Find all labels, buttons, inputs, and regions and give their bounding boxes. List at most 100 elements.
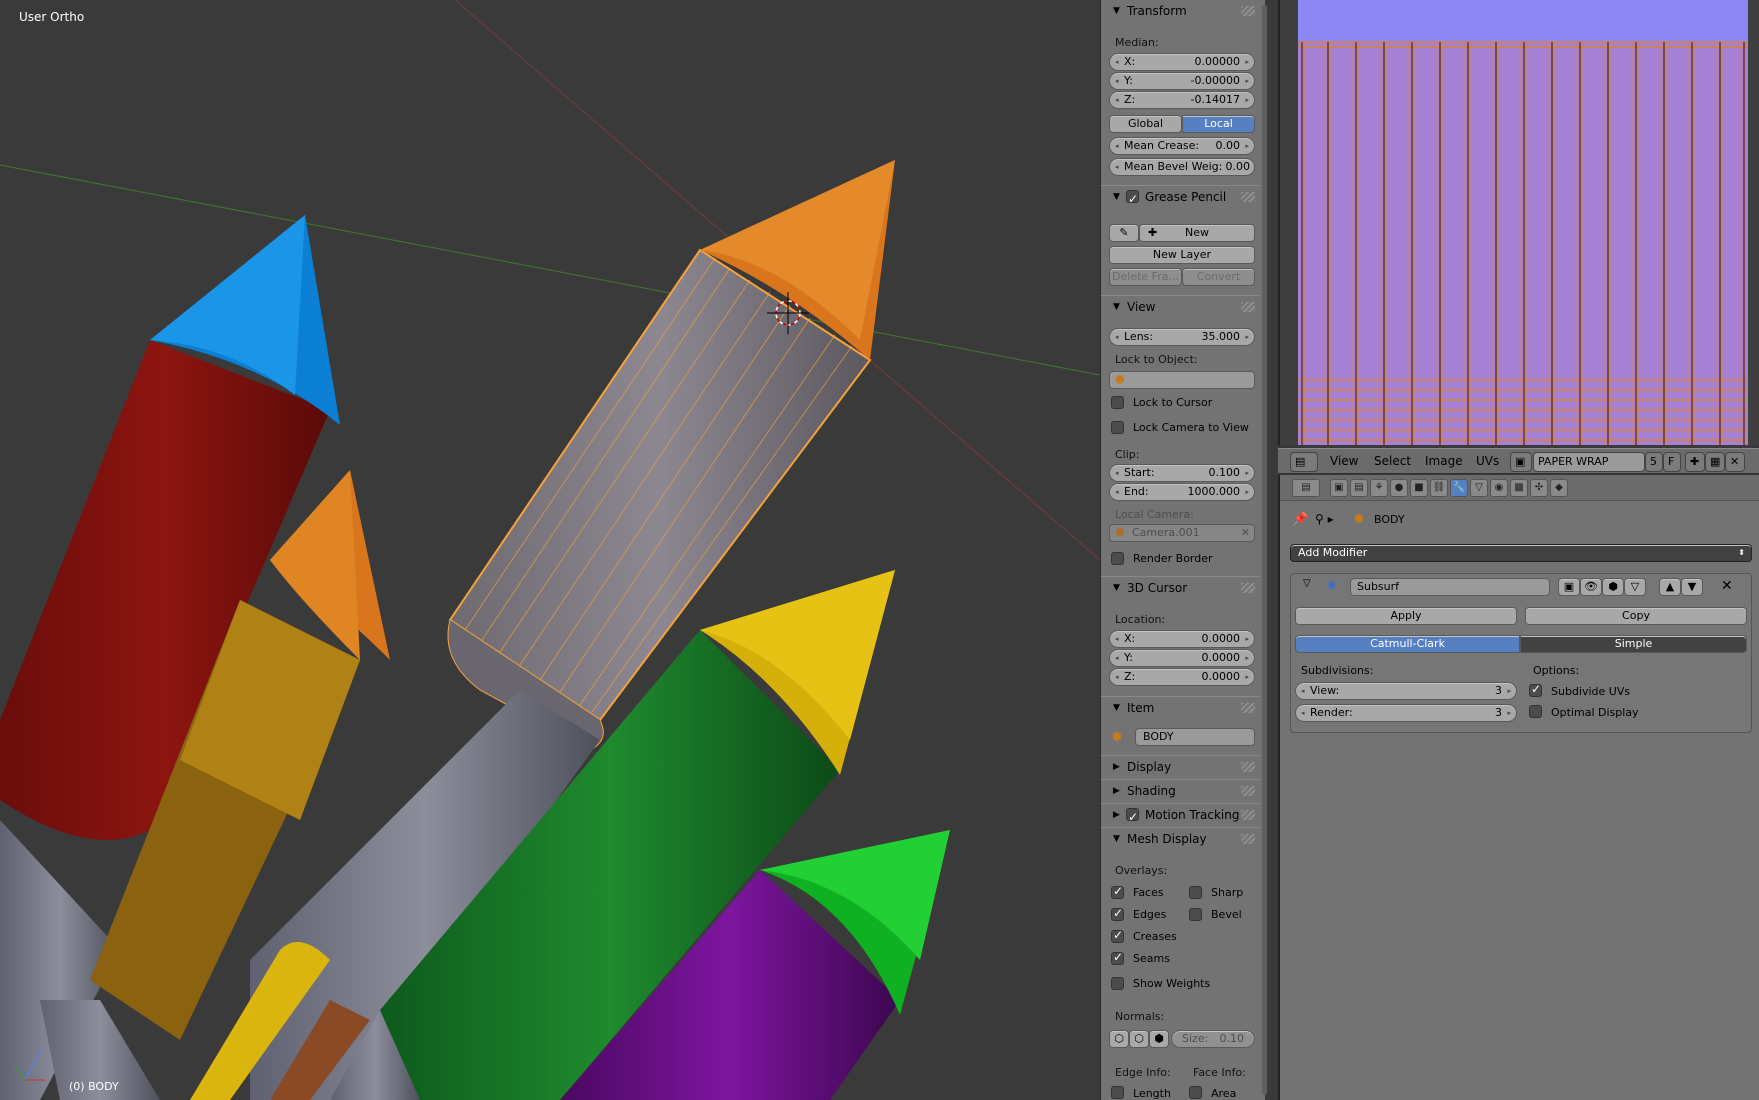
image-browse-icon[interactable]: ▣	[1510, 452, 1532, 472]
lock-camera-checkbox[interactable]	[1111, 421, 1124, 434]
mean-bevel-field[interactable]: ◂ Mean Bevel Weig: 0.00	[1109, 158, 1255, 176]
normals-size-field[interactable]: Size: 0.10	[1171, 1030, 1255, 1048]
cursor-z-field[interactable]: ◂ Z: 0.0000 ▸	[1109, 668, 1255, 686]
bevel-checkbox[interactable]	[1189, 908, 1202, 921]
render-toggle-icon[interactable]: ▣	[1558, 578, 1580, 596]
particles-tab-icon[interactable]: ✣	[1530, 479, 1548, 497]
local-button[interactable]: Local	[1182, 115, 1255, 133]
copy-button[interactable]: Copy	[1525, 607, 1747, 625]
vertex-normals-icon[interactable]: ⬡	[1109, 1030, 1129, 1048]
render-border-checkbox[interactable]	[1111, 552, 1124, 565]
mean-crease-field[interactable]: ◂ Mean Crease: 0.00 ▸	[1109, 137, 1255, 155]
subdiv-view-field[interactable]: ◂ View: 3 ▸	[1295, 682, 1517, 700]
add-modifier-dropdown[interactable]: Add Modifier ⬍	[1290, 544, 1752, 562]
pencil-icon[interactable]: ✎	[1109, 224, 1139, 242]
cage-toggle-icon[interactable]: ▽	[1624, 578, 1646, 596]
editmode-toggle-icon[interactable]: ⬢	[1602, 578, 1624, 596]
uv-image-editor[interactable]	[1278, 0, 1759, 445]
fake-user-button[interactable]: F	[1663, 452, 1681, 472]
uv-map-canvas[interactable]	[1298, 0, 1748, 445]
catmull-clark-button[interactable]: Catmull-Clark	[1295, 635, 1520, 653]
render-tab-icon[interactable]: ▣	[1330, 479, 1348, 497]
object-tab-icon[interactable]: ■	[1410, 479, 1428, 497]
convert-button[interactable]: Convert	[1182, 268, 1255, 286]
blender-window: User Ortho (0) BODY ▼ Transform Median: ◂…	[0, 0, 1759, 1100]
material-tab-icon[interactable]: ◉	[1490, 479, 1508, 497]
edges-checkbox[interactable]	[1111, 906, 1124, 921]
sharp-checkbox[interactable]	[1189, 886, 1202, 899]
remove-modifier-icon[interactable]: ✕	[1721, 578, 1733, 594]
3d-cursor-header[interactable]: ▼ 3D Cursor	[1101, 576, 1259, 598]
scene-tab-icon[interactable]: ⚘	[1370, 479, 1388, 497]
viewport-toggle-icon[interactable]: 👁	[1580, 578, 1602, 596]
uv-menu-image[interactable]: Image	[1425, 454, 1463, 468]
transform-header[interactable]: ▼ Transform	[1101, 0, 1259, 22]
lock-object-field[interactable]: ⬢	[1109, 371, 1255, 389]
uv-menu-select[interactable]: Select	[1374, 454, 1411, 468]
cursor-x-field[interactable]: ◂ X: 0.0000 ▸	[1109, 630, 1255, 648]
texture-tab-icon[interactable]: ▩	[1510, 479, 1528, 497]
close-icon[interactable]: ✕	[1241, 525, 1250, 541]
cursor-y-field[interactable]: ◂ Y: 0.0000 ▸	[1109, 649, 1255, 667]
apply-button[interactable]: Apply	[1295, 607, 1517, 625]
item-name-field[interactable]: BODY	[1135, 728, 1255, 746]
properties-editor-icon[interactable]: ▤	[1292, 479, 1320, 497]
loop-normals-icon[interactable]: ⬡	[1129, 1030, 1149, 1048]
move-up-icon[interactable]: ▲	[1659, 578, 1681, 596]
unlink-image-icon[interactable]: ✕	[1725, 452, 1745, 472]
shelf-scrollbar[interactable]	[1262, 5, 1267, 1095]
seams-label: Seams	[1133, 952, 1170, 965]
median-z-field[interactable]: ◂ Z: -0.14017 ▸	[1109, 91, 1255, 109]
creases-checkbox[interactable]	[1111, 928, 1124, 943]
seams-checkbox[interactable]	[1111, 950, 1124, 965]
image-users-count[interactable]: 5	[1645, 452, 1663, 472]
physics-tab-icon[interactable]: ◆	[1550, 479, 1568, 497]
view-header[interactable]: ▼ View	[1101, 295, 1259, 317]
faces-checkbox[interactable]	[1111, 884, 1124, 899]
subdiv-render-field[interactable]: ◂ Render: 3 ▸	[1295, 704, 1517, 722]
image-name-field[interactable]: PAPER WRAP NOR...	[1533, 452, 1645, 486]
delete-frame-button[interactable]: Delete Fra...	[1109, 268, 1182, 286]
motion-tracking-header[interactable]: ▶Motion Tracking	[1101, 803, 1259, 828]
move-down-icon[interactable]: ▼	[1681, 578, 1703, 596]
grease-pencil-checkbox[interactable]	[1126, 188, 1139, 210]
lock-cursor-checkbox[interactable]	[1111, 396, 1124, 409]
global-button[interactable]: Global	[1109, 115, 1182, 133]
simple-button[interactable]: Simple	[1520, 635, 1747, 653]
median-x-field[interactable]: ◂ X: 0.00000 ▸	[1109, 53, 1255, 71]
median-y-field[interactable]: ◂ Y: -0.00000 ▸	[1109, 72, 1255, 90]
uv-menu-uvs[interactable]: UVs	[1476, 454, 1499, 468]
modifiers-tab-icon[interactable]: 🔧	[1450, 479, 1468, 497]
display-header[interactable]: ▶ Display	[1101, 755, 1259, 777]
new-layer-button[interactable]: New Layer	[1109, 246, 1255, 264]
clip-end-field[interactable]: ◂ End: 1000.000 ▸	[1109, 483, 1255, 501]
shading-header[interactable]: ▶ Shading	[1101, 779, 1259, 801]
grease-new-button[interactable]: ✚ New	[1139, 224, 1255, 242]
optimal-display-checkbox[interactable]	[1529, 705, 1542, 718]
world-tab-icon[interactable]: ●	[1390, 479, 1408, 497]
length-label: Length	[1133, 1087, 1171, 1100]
show-weights-checkbox[interactable]	[1111, 977, 1124, 990]
pin-icon[interactable]: 📌	[1292, 512, 1308, 527]
open-image-icon[interactable]: ▦	[1705, 452, 1725, 472]
render-layers-tab-icon[interactable]: ▤	[1350, 479, 1368, 497]
collapse-icon[interactable]: ▽	[1303, 578, 1311, 589]
new-image-icon[interactable]: ✚	[1685, 452, 1705, 472]
local-camera-field[interactable]: ⬢ Camera.001 ✕	[1109, 524, 1255, 542]
face-normals-icon[interactable]: ⬢	[1149, 1030, 1169, 1048]
editor-type-icon[interactable]: ▤	[1290, 452, 1318, 472]
grease-pencil-header[interactable]: ▼Grease Pencil	[1101, 185, 1259, 210]
modifier-name-field[interactable]: Subsurf	[1350, 578, 1550, 596]
lens-field[interactable]: ◂ Lens: 35.000 ▸	[1109, 328, 1255, 346]
clip-start-field[interactable]: ◂ Start: 0.100 ▸	[1109, 464, 1255, 482]
item-header[interactable]: ▼ Item	[1101, 696, 1259, 718]
data-tab-icon[interactable]: ▽	[1470, 479, 1488, 497]
motion-tracking-checkbox[interactable]	[1126, 806, 1139, 828]
constraints-tab-icon[interactable]: ⛓	[1430, 479, 1448, 497]
subdivide-uvs-checkbox[interactable]	[1529, 682, 1542, 697]
uv-menu-view[interactable]: View	[1330, 454, 1358, 468]
area-checkbox[interactable]	[1189, 1086, 1202, 1099]
mesh-display-header[interactable]: ▼ Mesh Display	[1101, 827, 1259, 849]
3d-viewport[interactable]: User Ortho (0) BODY	[0, 0, 1100, 1100]
length-checkbox[interactable]	[1111, 1086, 1124, 1099]
